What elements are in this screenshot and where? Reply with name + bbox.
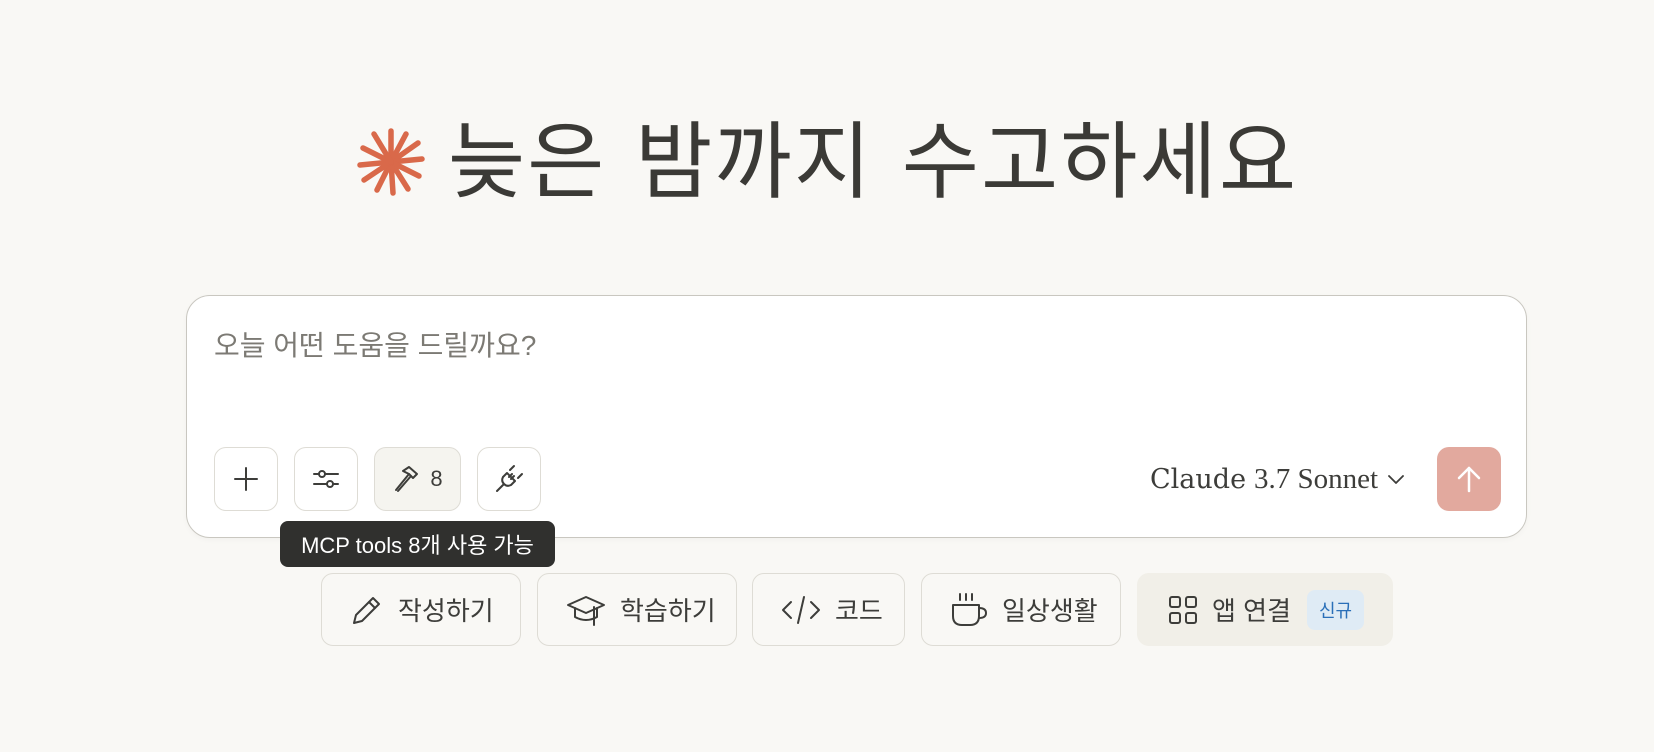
new-badge: 신규 [1306, 589, 1365, 630]
greeting-text: 늦은 밤까지 수고하세요 [447, 113, 1299, 211]
add-button[interactable] [214, 447, 278, 511]
arrow-up-icon [1457, 466, 1481, 493]
connect-button[interactable] [477, 447, 541, 511]
plug-icon [496, 465, 523, 492]
chat-composer: 8 Claude 3.7 Sonnet [186, 295, 1527, 538]
suggestion-label: 앱 연결 [1212, 596, 1291, 626]
tools-button[interactable]: 8 [374, 447, 461, 511]
message-input[interactable] [214, 326, 1494, 366]
model-name: Claude [1150, 463, 1247, 495]
graduation-cap-icon [567, 595, 605, 626]
suggestion-label: 학습하기 [620, 596, 716, 626]
suggestion-connect-apps[interactable]: 앱 연결 신규 [1137, 573, 1393, 646]
hammer-icon [395, 466, 419, 492]
suggestion-code[interactable]: 코드 [752, 573, 905, 646]
suggestion-learn[interactable]: 학습하기 [537, 573, 737, 646]
coffee-cup-icon [952, 592, 987, 626]
suggestion-write[interactable]: 작성하기 [321, 573, 521, 646]
claude-logo-icon [357, 128, 425, 196]
tools-count: 8 [430, 466, 443, 491]
chevron-down-icon [1388, 475, 1405, 484]
suggestion-daily-life[interactable]: 일상생활 [921, 573, 1121, 646]
suggestion-label: 일상생활 [1002, 596, 1098, 626]
code-icon [782, 595, 820, 624]
greeting: 늦은 밤까지 수고하세요 [0, 108, 1654, 216]
page: 늦은 밤까지 수고하세요 오늘 어떤 도움을 드릴까요? 8 Claude 3.… [0, 0, 1654, 752]
model-selector[interactable]: Claude 3.7 Sonnet [1150, 456, 1406, 502]
pencil-icon [353, 596, 380, 624]
suggestion-label: 작성하기 [398, 596, 494, 626]
settings-button[interactable] [294, 447, 358, 511]
suggestion-label: 코드 [835, 596, 883, 626]
tools-tooltip: MCP tools 8개 사용 가능 [280, 521, 555, 567]
model-version: 3.7 Sonnet [1254, 462, 1379, 495]
sliders-icon [313, 470, 339, 488]
grid-icon [1169, 595, 1197, 624]
send-button[interactable] [1437, 447, 1501, 511]
plus-icon [234, 467, 258, 491]
